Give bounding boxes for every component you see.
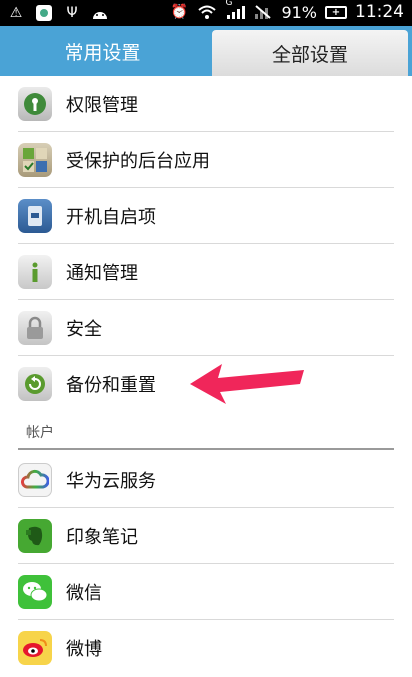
protected-apps-icon [18, 143, 52, 177]
account-item-label: 印象笔记 [66, 527, 138, 548]
settings-item-security[interactable]: 安全 [0, 300, 412, 356]
battery-icon: + [325, 5, 347, 19]
settings-item-label: 备份和重置 [66, 375, 156, 396]
alarm-icon: ⏰ [170, 4, 189, 20]
account-item-wechat[interactable]: 微信 [0, 564, 412, 620]
signal-icon: G [225, 0, 246, 22]
tab-divider [205, 26, 212, 76]
cloud-icon [18, 463, 52, 497]
settings-item-protected-apps[interactable]: 受保护的后台应用 [0, 132, 412, 188]
signal-label: G [225, 0, 233, 8]
usb-icon: Ψ [66, 5, 78, 21]
battery-percent: 91% [281, 2, 317, 22]
tab-common-settings[interactable]: 常用设置 [0, 26, 205, 76]
account-item-huawei-cloud[interactable]: 华为云服务 [0, 452, 412, 508]
android-icon [90, 3, 110, 23]
settings-item-label: 开机自启项 [66, 207, 156, 228]
settings-item-label: 安全 [66, 319, 102, 340]
section-divider [18, 448, 394, 450]
wechat-icon [18, 575, 52, 609]
section-title: 帐户 [26, 425, 54, 441]
accounts-section-header: 帐户 [0, 416, 412, 450]
annotation-arrow-icon [190, 364, 304, 404]
info-icon [18, 255, 52, 289]
wifi-icon [197, 2, 217, 22]
settings-item-label: 通知管理 [66, 263, 138, 284]
startup-icon [18, 199, 52, 233]
clock: 11:24 [355, 2, 404, 22]
lock-icon [18, 311, 52, 345]
settings-item-startup[interactable]: 开机自启项 [0, 188, 412, 244]
no-sim-icon [253, 2, 273, 22]
evernote-icon [18, 519, 52, 553]
backup-icon [18, 367, 52, 401]
account-item-label: 微博 [66, 639, 102, 660]
weibo-icon [18, 631, 52, 665]
status-left-icons: ⚠ Ψ [6, 3, 110, 23]
account-item-label: 华为云服务 [66, 471, 156, 492]
settings-item-label: 受保护的后台应用 [66, 151, 210, 172]
account-item-weibo[interactable]: 微博 [0, 620, 412, 676]
status-right-icons: ⏰ G 91% + 11:24 [169, 0, 404, 22]
warning-icon: ⚠ [9, 5, 23, 21]
permission-icon [18, 87, 52, 121]
settings-item-label: 权限管理 [66, 95, 138, 116]
settings-item-notifications[interactable]: 通知管理 [0, 244, 412, 300]
account-item-evernote[interactable]: 印象笔记 [0, 508, 412, 564]
settings-tabs: 常用设置 全部设置 [0, 26, 412, 76]
tab-all-settings[interactable]: 全部设置 [212, 30, 408, 76]
settings-item-permissions[interactable]: 权限管理 [0, 76, 412, 132]
account-item-label: 微信 [66, 583, 102, 604]
app-notification-icon [34, 3, 54, 23]
status-bar: ⚠ Ψ ⏰ G 91% + 11:24 [0, 0, 412, 26]
